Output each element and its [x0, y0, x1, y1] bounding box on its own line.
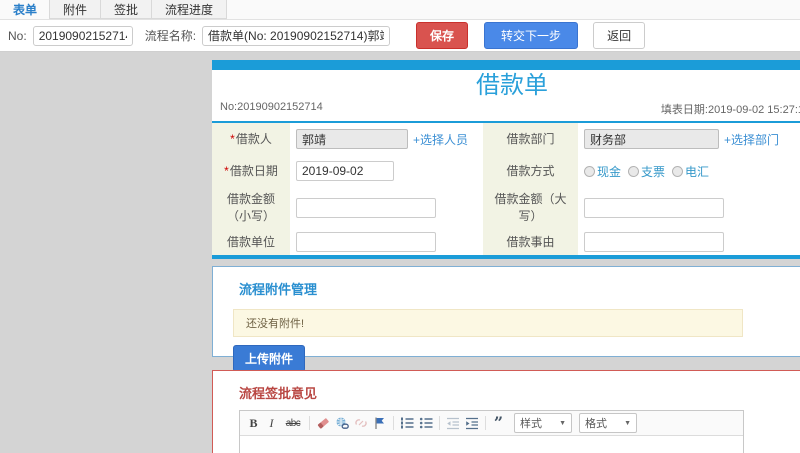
toolbar-separator [309, 416, 310, 430]
anchor-flag-icon[interactable] [371, 414, 389, 432]
department-input[interactable] [584, 129, 719, 149]
no-label: No: [8, 28, 27, 43]
flow-name-input[interactable] [202, 25, 391, 46]
tab-form[interactable]: 表单 [0, 0, 50, 19]
field-label-loan-reason: 借款事由 [483, 229, 578, 255]
numbered-list-icon[interactable] [398, 414, 416, 432]
indent-icon[interactable] [463, 414, 481, 432]
form-no: No:20190902152714 [220, 101, 323, 113]
editor-toolbar: B I abc ” 样式 ▼ 格式 ▼ [240, 411, 743, 436]
styles-dropdown[interactable]: 样式 ▼ [514, 413, 572, 433]
field-label-loan-method: 借款方式 [483, 155, 578, 187]
borrower-input[interactable] [296, 129, 408, 149]
strikethrough-icon[interactable]: abc [281, 418, 305, 429]
radio-icon [584, 165, 595, 177]
required-asterisk: * [230, 131, 235, 146]
tab-attachments[interactable]: 附件 [49, 0, 102, 19]
loan-reason-input[interactable] [584, 232, 724, 252]
attachments-card: 流程附件管理 还没有附件! 上传附件 [212, 266, 800, 372]
panel-bottom-bar [212, 255, 800, 259]
loan-date-input[interactable] [296, 161, 394, 181]
form-fill-date: 填表日期:2019-09-02 15:27:1 [660, 104, 800, 116]
screen: 表单 附件 签批 流程进度 No: 流程名称: 保存 转交下一步 返回 借款单 … [0, 0, 800, 453]
radio-cheque[interactable]: 支票 [628, 163, 665, 180]
flow-name-label: 流程名称: [144, 29, 197, 43]
attachments-header: 流程附件管理 [239, 282, 318, 297]
chevron-down-icon: ▼ [624, 419, 631, 427]
field-label-loan-unit: 借款单位 [212, 229, 290, 255]
outdent-icon[interactable] [444, 414, 462, 432]
approval-comments-card: 流程签批意见 B I abc ” 样式 ▼ 格式 ▼ [212, 370, 800, 453]
chevron-down-icon: ▼ [559, 419, 566, 427]
toolbar-separator [393, 416, 394, 430]
radio-icon [628, 165, 640, 177]
panel-top-bar [212, 60, 800, 70]
remove-format-icon[interactable] [314, 414, 332, 432]
bold-icon[interactable]: B [245, 416, 262, 431]
loan-unit-input[interactable] [296, 232, 436, 252]
bulleted-list-icon[interactable] [417, 414, 435, 432]
select-person-link[interactable]: +选择人员 [413, 131, 468, 148]
back-button[interactable]: 返回 [593, 22, 646, 49]
required-asterisk: * [224, 163, 229, 178]
radio-wire-transfer[interactable]: 电汇 [672, 163, 709, 180]
amount-small-input[interactable] [296, 198, 436, 218]
tab-approval[interactable]: 签批 [100, 0, 153, 19]
field-label-department: 借款部门 [483, 123, 578, 155]
select-department-link[interactable]: +选择部门 [724, 131, 779, 148]
unlink-icon[interactable] [352, 414, 370, 432]
rich-text-editor: B I abc ” 样式 ▼ 格式 ▼ [239, 410, 744, 453]
loan-method-radio-group: 现金 支票 电汇 [584, 163, 709, 180]
field-label-amount-small: 借款金额（小写） [212, 187, 290, 229]
no-attachments-alert: 还没有附件! [233, 309, 743, 337]
no-input[interactable] [32, 25, 133, 46]
editor-content-area[interactable] [240, 436, 743, 453]
form-meta-row: No:20190902152714 填表日期:2019-09-02 15:27:… [212, 99, 800, 121]
field-label-borrower: * 借款人 [212, 123, 290, 155]
radio-cash[interactable]: 现金 [584, 163, 621, 180]
loan-form-panel: 借款单 No:20190902152714 填表日期:2019-09-02 15… [212, 60, 800, 259]
form-fields-grid: *借款人 +选择人员 借款部门 +选择部门 *借款日期 [212, 123, 800, 255]
amount-big-input[interactable] [584, 198, 724, 218]
tab-bar: 表单 附件 签批 流程进度 [0, 0, 800, 20]
approval-header: 流程签批意见 [239, 386, 318, 401]
radio-icon [672, 165, 684, 177]
toolbar-separator [439, 416, 440, 430]
save-button[interactable]: 保存 [416, 22, 469, 49]
field-label-amount-big: 借款金额（大写） [483, 187, 578, 229]
top-toolbar: No: 流程名称: 保存 转交下一步 返回 [0, 20, 800, 52]
toolbar-separator [485, 416, 486, 430]
forward-next-step-button[interactable]: 转交下一步 [484, 22, 579, 49]
field-label-loan-date: * 借款日期 [212, 155, 290, 187]
tab-progress[interactable]: 流程进度 [151, 0, 228, 19]
link-icon[interactable] [333, 414, 351, 432]
italic-icon[interactable]: I [263, 416, 280, 431]
upload-attachment-button[interactable]: 上传附件 [233, 345, 306, 372]
form-title: 借款单 [476, 72, 548, 99]
blockquote-icon[interactable]: ” [490, 415, 507, 431]
format-dropdown[interactable]: 格式 ▼ [579, 413, 637, 433]
